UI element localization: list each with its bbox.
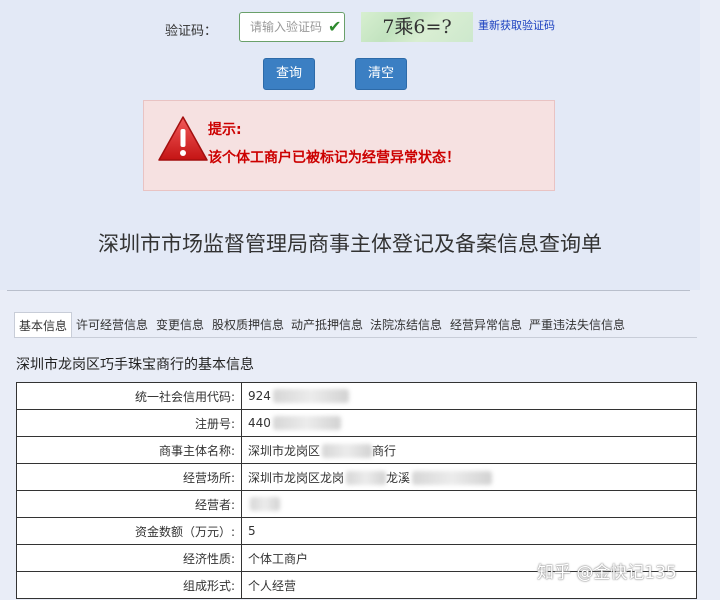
row-value: 5: [241, 517, 697, 545]
row-key: 统一社会信用代码:: [16, 382, 242, 410]
row-key: 商事主体名称:: [16, 436, 242, 464]
tab-bar: 基本信息 许可经营信息 变更信息 股权质押信息 动产抵押信息 法院冻结信息 经营…: [14, 312, 694, 338]
table-row: 经营场所: 深圳市龙岗区龙岗 龙溪: [16, 463, 697, 491]
redacted-mask: [250, 497, 280, 512]
tab-basic-info[interactable]: 基本信息: [14, 312, 73, 338]
row-value-text: 深圳市龙岗区: [248, 443, 321, 458]
row-key: 资金数额（万元）:: [16, 517, 242, 545]
table-row: 统一社会信用代码: 924: [16, 382, 697, 410]
redacted-mask: [346, 471, 387, 485]
row-value-text: 深圳市龙岗区龙岗: [248, 470, 345, 485]
row-key: 经营者:: [16, 490, 242, 518]
row-value-text: 924: [248, 388, 271, 403]
row-key: 注册号:: [16, 409, 242, 437]
row-key: 组成形式:: [16, 571, 242, 599]
table-row: 资金数额（万元）: 5: [16, 517, 697, 545]
redacted-mask: [412, 471, 493, 485]
table-row: 商事主体名称: 深圳市龙岗区 商行: [16, 436, 697, 464]
alert-message: 该个体工商户已被标记为经营异常状态！: [208, 150, 460, 166]
tab-court-freeze[interactable]: 法院冻结信息: [370, 312, 442, 338]
alert-box: 提示: 该个体工商户已被标记为经营异常状态！: [143, 100, 555, 191]
row-key: 经济性质:: [16, 544, 242, 572]
row-key: 经营场所:: [16, 463, 242, 491]
warning-icon: [158, 116, 208, 161]
row-value-suffix: 商行: [372, 443, 397, 458]
table-row: 注册号: 440: [16, 409, 697, 437]
captcha-image[interactable]: 7乘6=?: [361, 12, 473, 42]
row-value: 440: [241, 409, 697, 437]
page-title: 深圳市市场监督管理局商事主体登记及备案信息查询单: [98, 232, 602, 256]
redacted-mask: [322, 444, 373, 458]
captcha-label: 验证码：: [165, 24, 218, 39]
captcha-row: 验证码： ✔ 7乘6=? 重新获取验证码: [0, 12, 700, 46]
watermark: 知乎 @金快记135: [537, 563, 677, 583]
row-value: [241, 490, 697, 518]
redacted-mask: [272, 389, 349, 404]
refresh-captcha-link[interactable]: 重新获取验证码: [478, 17, 555, 33]
tab-chattel-mortgage[interactable]: 动产抵押信息: [291, 312, 363, 338]
search-panel: 验证码： ✔ 7乘6=? 重新获取验证码 查询 清空 提示: 该个体工商户已被标…: [0, 0, 700, 290]
redacted-mask: [272, 416, 341, 431]
query-button[interactable]: 查询: [263, 58, 315, 90]
row-value: 深圳市龙岗区 商行: [241, 436, 697, 464]
row-value: 深圳市龙岗区龙岗 龙溪: [241, 463, 697, 491]
alert-title: 提示:: [208, 122, 242, 138]
row-value-suffix: 龙溪: [386, 470, 411, 485]
tab-serious-violation[interactable]: 严重违法失信信息: [529, 312, 625, 338]
section-title: 深圳市龙岗区巧手珠宝商行的基本信息: [16, 357, 254, 373]
check-icon: ✔: [328, 17, 342, 36]
row-value-text: 440: [248, 415, 271, 430]
row-value: 924: [241, 382, 697, 410]
tab-abnormal-operation[interactable]: 经营异常信息: [450, 312, 522, 338]
divider: [7, 290, 690, 291]
clear-button[interactable]: 清空: [355, 58, 407, 90]
tab-change-info[interactable]: 变更信息: [156, 312, 204, 338]
tab-license-info[interactable]: 许可经营信息: [76, 312, 148, 338]
tab-equity-pledge[interactable]: 股权质押信息: [212, 312, 284, 338]
table-row: 经营者:: [16, 490, 697, 518]
tab-underline: [14, 337, 697, 338]
